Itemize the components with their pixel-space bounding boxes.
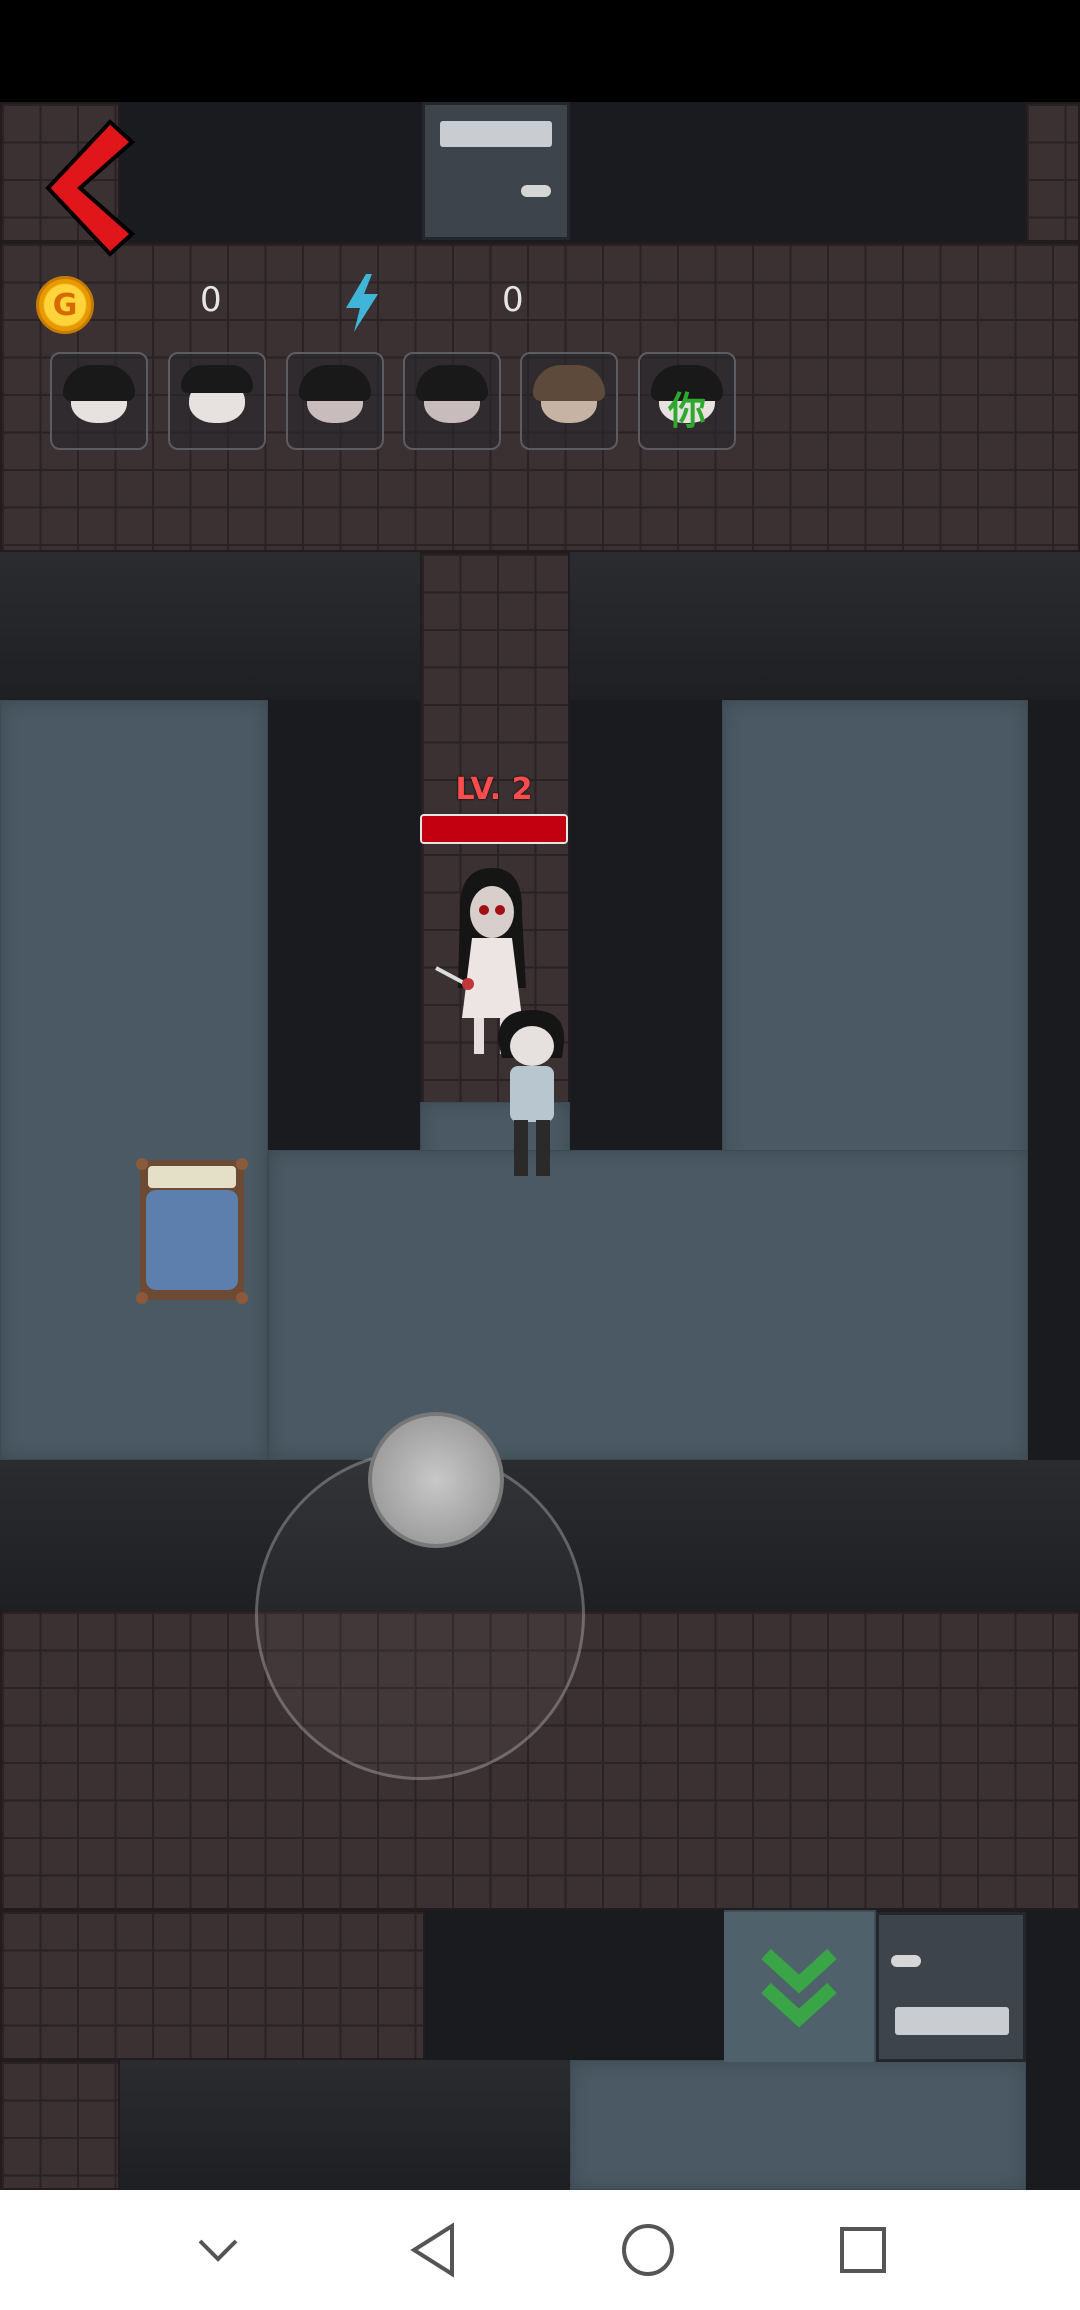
wall-face: [0, 552, 420, 702]
floor-area: [570, 2060, 1026, 2190]
player-boy-sprite: [498, 1010, 565, 1176]
back-chevron-icon[interactable]: [40, 118, 140, 258]
joystick-knob[interactable]: [368, 1412, 504, 1548]
brick-floor: [0, 2060, 120, 2190]
brick-floor: [1025, 102, 1080, 242]
health-fill: [422, 816, 566, 842]
square-overview-icon: [839, 2227, 886, 2273]
coin-label: G: [52, 287, 78, 323]
brick-floor: [0, 1910, 425, 2060]
system-nav-bar: [0, 2190, 1080, 2310]
top-door[interactable]: [422, 102, 570, 240]
wall-edge: [1028, 700, 1080, 1460]
wall-face: [570, 552, 1080, 702]
character-avatar: [416, 365, 488, 423]
character-avatar: [63, 365, 135, 423]
character-avatar: [299, 365, 371, 423]
screen: G 0 0 你 LV. 2: [0, 0, 1080, 2310]
wall-top: [425, 1910, 725, 2060]
character-avatar: [181, 365, 253, 423]
shadow-pit: [570, 700, 722, 1160]
wall-face: [120, 2060, 570, 2190]
triangle-back-icon: [409, 2222, 454, 2278]
character-slot[interactable]: [168, 352, 266, 450]
nav-home-button[interactable]: [603, 2205, 693, 2295]
character-slot[interactable]: [403, 352, 501, 450]
chevron-down-icon: [198, 2239, 237, 2262]
wall-edge: [1026, 1910, 1080, 2190]
nav-overview-button[interactable]: [818, 2205, 908, 2295]
monster-health-bar: [420, 814, 568, 844]
character-slot[interactable]: [286, 352, 384, 450]
double-chevron-down-icon[interactable]: [724, 1912, 874, 2062]
nav-recent-button[interactable]: [173, 2205, 263, 2295]
bed-object[interactable]: [134, 1158, 250, 1304]
circle-home-icon: [621, 2224, 674, 2276]
gold-coin-icon: G: [36, 276, 94, 334]
floor-area: [268, 1150, 1028, 1460]
character-slot[interactable]: [520, 352, 618, 450]
character-slot-you[interactable]: 你: [638, 352, 736, 450]
you-label: 你: [668, 389, 707, 433]
floor-area: [0, 700, 268, 1460]
lightning-icon: [346, 274, 378, 332]
character-avatar: [533, 365, 605, 423]
energy-count: 0: [502, 280, 524, 320]
character-slot[interactable]: [50, 352, 148, 450]
nav-back-button[interactable]: [388, 2205, 478, 2295]
gold-count: 0: [200, 280, 222, 320]
bottom-door[interactable]: [876, 1912, 1026, 2062]
monster-level: LV. 2: [455, 772, 533, 807]
status-bar: [0, 0, 1080, 102]
shadow-pit: [268, 700, 420, 1160]
